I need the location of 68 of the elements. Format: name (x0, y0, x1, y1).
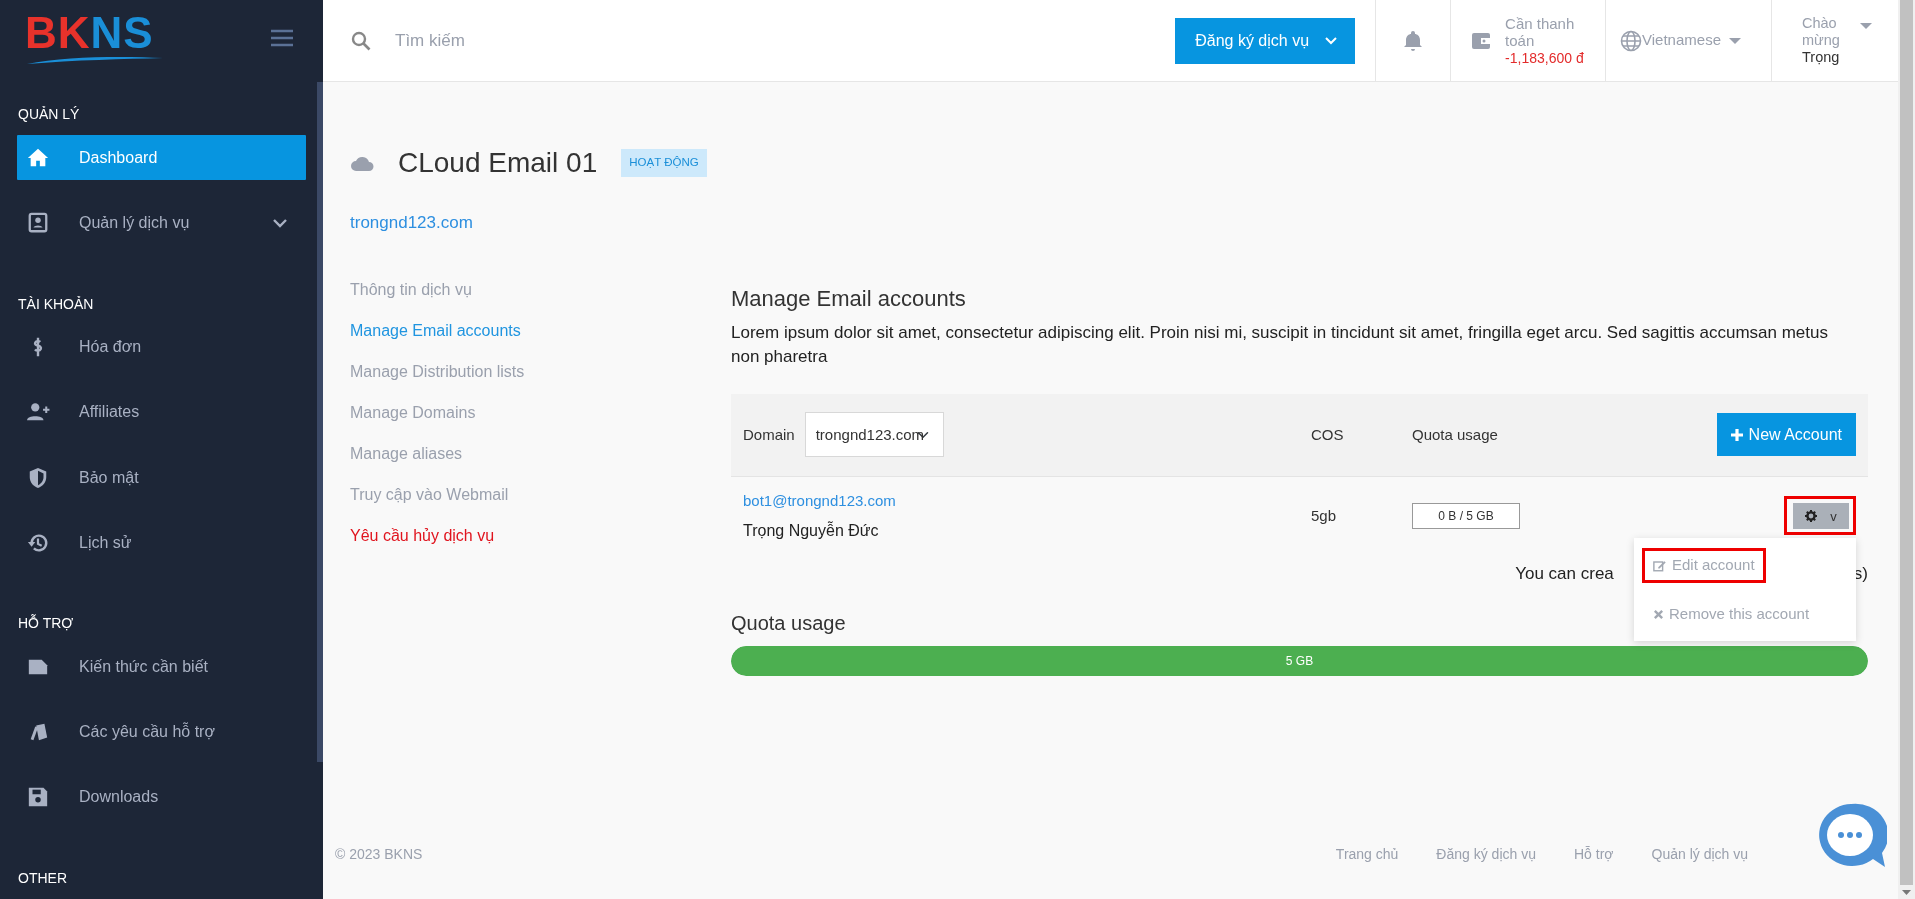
sidebar-item[interactable]: Kiến thức cần biết (17, 644, 306, 690)
payment-label: Cần thanh toán (1505, 15, 1576, 50)
sidebar-item[interactable]: Dashboard (17, 135, 306, 181)
caret-icon (1860, 23, 1872, 30)
sidebar-item[interactable]: Bảo mật (17, 455, 306, 501)
quota-usage-box: 0 B / 5 GB (1412, 502, 1520, 529)
language-dropdown[interactable]: Vietnamese (1620, 29, 1741, 52)
section-heading: QUẢN LÝ (17, 105, 81, 125)
subnav-link[interactable]: Manage Domains (350, 400, 476, 425)
column-header: Quota usage (1412, 424, 1499, 445)
column-header: COS (1311, 424, 1345, 445)
wallet-icon (1471, 30, 1492, 51)
subnav-link[interactable]: Yêu cầu hủy dịch vụ (350, 523, 495, 548)
new-account-button[interactable]: New Account (1716, 413, 1856, 457)
sidebar-item[interactable]: Quản lý dịch vụ (17, 200, 306, 246)
service-title: CLoud Email 01 (398, 146, 598, 180)
sidebar-item[interactable]: Downloads (17, 774, 306, 820)
bell-icon[interactable] (1404, 30, 1423, 51)
table-cell-text: 5gb (1311, 505, 1338, 526)
section-heading: Quota usage (731, 611, 846, 637)
domain-link[interactable]: trongnd123.com (350, 210, 473, 236)
menu-item[interactable]: Edit account (1642, 548, 1766, 583)
search-field[interactable]: Tìm kiếm (393, 26, 793, 55)
scrollbar[interactable] (1898, 0, 1915, 899)
account-name: Trọng Nguyễn Đức (743, 520, 880, 541)
close-icon (1653, 608, 1664, 620)
section-heading: HỖ TRỢ (17, 613, 75, 634)
user-menu[interactable]: Chào mừng Trọng (1802, 15, 1872, 66)
section-heading: Manage Email accounts (731, 284, 967, 313)
sidebar-item[interactable]: Hóa đơn (17, 324, 306, 370)
plus-icon (1730, 428, 1743, 441)
domain-label: Domain (743, 424, 795, 445)
footer-link[interactable]: Trang chủ (1335, 843, 1399, 865)
footer-link[interactable]: Đăng ký dịch vụ (1436, 843, 1536, 865)
description-text: Lorem ipsum dolor sit amet, consectetur adipiscing elit. Proin nisi mi, suscipit in tincidunt sit amet, fringilla eget arcu. Sed sagittis accumsan metus non pharetra (731, 321, 1829, 369)
footer-link[interactable]: Hỗ trợ (1573, 843, 1614, 865)
payment-amount: -1,183,600 đ (1505, 49, 1585, 66)
chevron-down-icon (1325, 36, 1338, 45)
caret-icon (1729, 37, 1741, 44)
chevron-down-icon (272, 217, 288, 230)
logo[interactable]: BKNS (25, 11, 165, 66)
menu-icon[interactable] (271, 29, 293, 48)
sidebar-item[interactable]: Các yêu cầu hỗ trợ (17, 709, 306, 755)
menu-item[interactable]: Remove this account (1642, 596, 1821, 632)
section-heading: TÀI KHOẢN (17, 294, 95, 314)
edit-icon (1653, 559, 1667, 573)
email-link[interactable]: bot1@trongnd123.com (743, 491, 896, 509)
sidebar-item[interactable]: Lịch sử (17, 520, 306, 566)
sidebar-item[interactable]: Affiliates (17, 389, 306, 435)
domain-select[interactable]: trongnd123.com (804, 412, 944, 458)
copyright-text: © 2023 BKNS (335, 844, 423, 864)
section-heading: OTHER (17, 868, 68, 888)
subnav-link[interactable]: Truy cập vào Webmail (350, 482, 509, 507)
quota-progress-bar: 5 GB (731, 646, 1868, 677)
status-badge: HOẠT ĐỘNG (621, 149, 707, 177)
gear-icon (1805, 510, 1818, 523)
home-icon (25, 146, 51, 169)
register-service-button[interactable]: Đăng ký dịch vụ (1175, 17, 1356, 64)
globe-icon (1620, 29, 1643, 52)
account-actions-button[interactable]: v (1793, 503, 1849, 530)
search-icon (351, 30, 371, 51)
subnav-link[interactable]: Manage Email accounts (350, 318, 521, 343)
subnav-link[interactable]: Thông tin dịch vụ (350, 277, 472, 302)
notice-text: You can crea (1515, 562, 1614, 585)
scrollbar[interactable] (317, 82, 323, 762)
footer-link[interactable]: Quản lý dịch vụ (1651, 843, 1748, 865)
subnav-link[interactable]: Manage aliases (350, 441, 463, 466)
subnav-link[interactable]: Manage Distribution lists (350, 359, 525, 384)
